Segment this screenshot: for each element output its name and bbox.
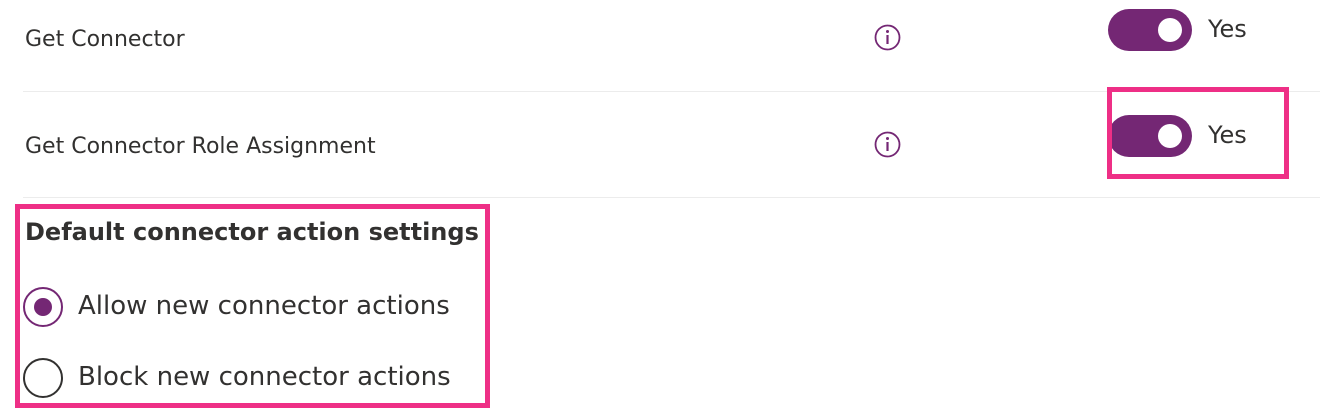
info-icon[interactable] bbox=[874, 131, 901, 158]
highlight-box-settings bbox=[15, 204, 490, 408]
toggle-status-text: Yes bbox=[1208, 15, 1247, 43]
highlight-box-toggle bbox=[1107, 87, 1289, 179]
permission-toggle[interactable] bbox=[1108, 9, 1192, 51]
permission-label: Get Connector bbox=[25, 27, 185, 52]
row-divider bbox=[23, 197, 1320, 198]
permission-label: Get Connector Role Assignment bbox=[25, 134, 376, 159]
info-icon[interactable] bbox=[874, 24, 901, 51]
toggle-knob bbox=[1158, 18, 1182, 42]
